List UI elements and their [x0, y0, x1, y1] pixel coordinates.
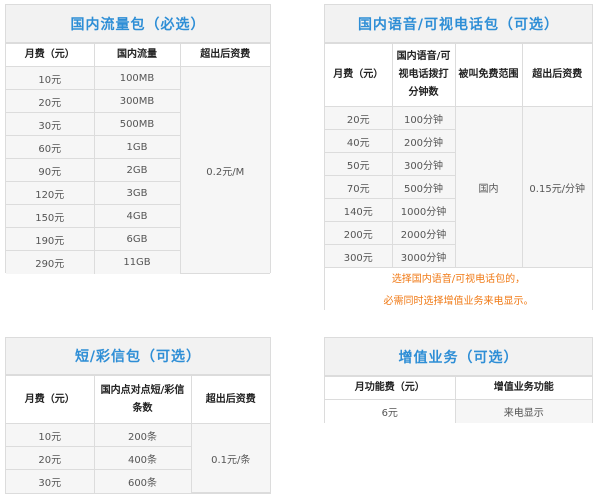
function-cell: 来电显示: [454, 399, 592, 423]
value-added-panel: 增值业务（可选） 月功能费（元） 增值业务功能 6元 来电显示: [324, 337, 593, 423]
fee-cell: 20元: [6, 89, 95, 113]
sms-package-title: 短/彩信包（可选）: [6, 338, 270, 375]
count-cell: 400条: [93, 446, 191, 470]
col-monthly-function-fee: 月功能费（元）: [325, 376, 456, 400]
volume-cell: 1GB: [93, 135, 180, 159]
notice-line-2: 必需同时选择增值业务来电显示。: [383, 296, 534, 307]
minutes-cell: 300分钟: [391, 152, 455, 176]
count-cell: 600条: [93, 469, 191, 493]
notice-line-1: 选择国内语音/可视电话包的，: [391, 274, 526, 285]
table-row: 20元 100分钟 国内 0.15元/分钟: [325, 106, 592, 268]
sms-package-table: 月费（元） 国内点对点短/彩信条数 超出后资费 10元 200条 0.1元/条 …: [6, 375, 270, 493]
volume-cell: 2GB: [93, 158, 180, 182]
col-sms-count: 国内点对点短/彩信条数: [93, 375, 192, 424]
col-data-volume: 国内流量: [93, 43, 181, 67]
value-added-title: 增值业务（可选）: [325, 338, 592, 376]
table-row: 10元 100MB 0.2元/M: [6, 66, 270, 274]
minutes-cell: 1000分钟: [391, 198, 455, 222]
fee-cell: 120元: [6, 181, 95, 205]
fee-cell: 40元: [325, 129, 393, 153]
overage-cell: 0.15元/分钟: [521, 106, 592, 268]
volume-cell: 6GB: [93, 227, 180, 251]
fee-cell: 10元: [6, 423, 95, 447]
minutes-cell: 200分钟: [391, 129, 455, 153]
voice-package-panel: 国内语音/可视电话包（可选） 月费（元） 国内语音/可视电话拨打分钟数 被叫免费…: [324, 4, 593, 314]
voice-package-table: 月费（元） 国内语音/可视电话拨打分钟数 被叫免费范围 超出后资费 20元 10…: [325, 43, 592, 314]
fee-cell: 200元: [325, 221, 393, 245]
fee-cell: 6元: [325, 399, 456, 423]
sms-package-panel: 短/彩信包（可选） 月费（元） 国内点对点短/彩信条数 超出后资费 10元 20…: [5, 337, 271, 494]
fee-cell: 50元: [325, 152, 393, 176]
volume-cell: 4GB: [93, 204, 180, 228]
count-cell: 200条: [93, 423, 192, 447]
fee-cell: 20元: [325, 106, 393, 130]
note-row: 选择国内语音/可视电话包的， 必需同时选择增值业务来电显示。: [325, 267, 592, 314]
minutes-cell: 3000分钟: [391, 244, 455, 268]
col-overage: 超出后资费: [179, 43, 270, 67]
notice-text: 选择国内语音/可视电话包的， 必需同时选择增值业务来电显示。: [325, 267, 592, 314]
fee-cell: 90元: [6, 158, 95, 182]
overage-cell: 0.1元/条: [190, 423, 270, 493]
col-monthly-fee: 月费（元）: [6, 43, 95, 67]
fee-cell: 60元: [6, 135, 95, 159]
volume-cell: 500MB: [93, 112, 180, 136]
fee-cell: 20元: [6, 446, 95, 470]
volume-cell: 11GB: [93, 250, 180, 274]
data-package-table: 月费（元） 国内流量 超出后资费 10元 100MB 0.2元/M 20元 30…: [6, 43, 270, 274]
fee-cell: 190元: [6, 227, 95, 251]
col-monthly-fee: 月费（元）: [325, 43, 393, 107]
col-overage: 超出后资费: [521, 43, 592, 107]
col-overage: 超出后资费: [190, 375, 270, 424]
value-added-table: 月功能费（元） 增值业务功能 6元 来电显示: [325, 376, 592, 423]
table-row: 6元 来电显示: [325, 399, 592, 423]
data-package-title: 国内流量包（必选）: [6, 5, 270, 43]
fee-cell: 70元: [325, 175, 393, 199]
voice-package-title: 国内语音/可视电话包（可选）: [325, 5, 592, 43]
col-free-receive-scope: 被叫免费范围: [454, 43, 523, 107]
table-row: 10元 200条 0.1元/条: [6, 423, 270, 493]
volume-cell: 300MB: [93, 89, 180, 113]
fee-cell: 10元: [6, 66, 95, 90]
minutes-cell: 2000分钟: [391, 221, 455, 245]
col-value-added-function: 增值业务功能: [454, 376, 592, 400]
col-call-minutes: 国内语音/可视电话拨打分钟数: [391, 43, 456, 107]
minutes-cell: 100分钟: [391, 106, 456, 130]
minutes-cell: 500分钟: [391, 175, 455, 199]
free-scope-cell: 国内: [454, 106, 523, 268]
fee-cell: 300元: [325, 244, 393, 268]
fee-cell: 150元: [6, 204, 95, 228]
fee-cell: 30元: [6, 112, 95, 136]
volume-cell: 100MB: [93, 66, 181, 90]
data-package-panel: 国内流量包（必选） 月费（元） 国内流量 超出后资费 10元 100MB 0.2…: [5, 4, 271, 274]
overage-cell: 0.2元/M: [179, 66, 270, 274]
volume-cell: 3GB: [93, 181, 180, 205]
fee-cell: 290元: [6, 250, 95, 274]
fee-cell: 140元: [325, 198, 393, 222]
col-monthly-fee: 月费（元）: [6, 375, 95, 424]
fee-cell: 30元: [6, 469, 95, 493]
